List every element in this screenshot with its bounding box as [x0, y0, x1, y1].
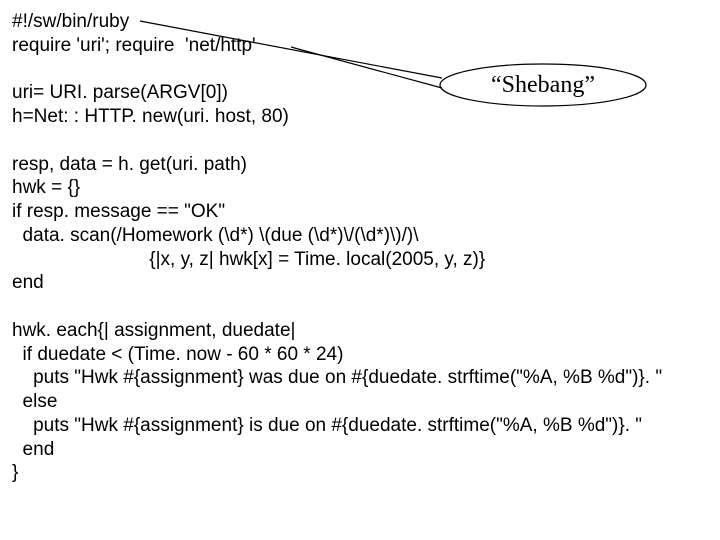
- code-line: puts "Hwk #{assignment} was due on #{due…: [12, 367, 662, 388]
- code-line: h=Net: : HTTP. new(uri. host, 80): [12, 106, 289, 127]
- callout-label: “Shebang”: [491, 72, 595, 99]
- code-line: hwk = {}: [12, 177, 80, 198]
- code-line: data. scan(/Homework (\d*) \(due (\d*)\/…: [12, 225, 419, 246]
- code-line: }: [12, 462, 18, 483]
- code-line: if duedate < (Time. now - 60 * 60 * 24): [12, 344, 343, 365]
- code-line: end: [12, 272, 44, 293]
- code-line: {|x, y, z| hwk[x] = Time. local(2005, y,…: [12, 249, 485, 270]
- code-line: require 'uri'; require 'net/http': [12, 35, 256, 56]
- code-line: hwk. each{| assignment, duedate|: [12, 320, 295, 341]
- code-line: uri= URI. parse(ARGV[0]): [12, 82, 228, 103]
- code-line: #!/sw/bin/ruby: [12, 11, 129, 32]
- code-line: puts "Hwk #{assignment} is due on #{dued…: [12, 415, 642, 436]
- code-line: resp, data = h. get(uri. path): [12, 154, 247, 175]
- code-line: end: [12, 439, 54, 460]
- shebang-callout: “Shebang”: [438, 62, 648, 108]
- code-line: else: [12, 391, 57, 412]
- code-line: if resp. message == "OK": [12, 201, 225, 222]
